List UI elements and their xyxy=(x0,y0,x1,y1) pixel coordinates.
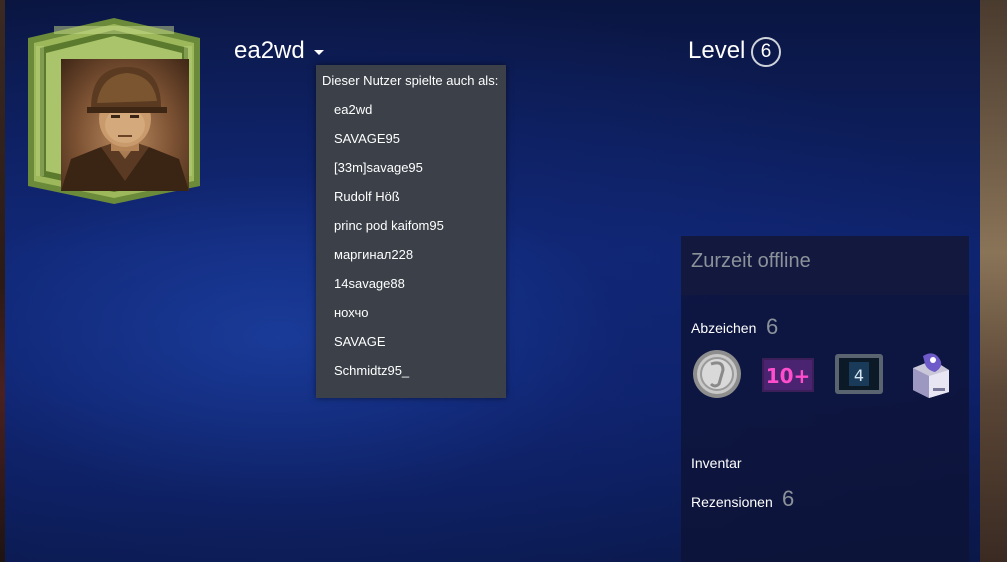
reviews-count[interactable]: 6 xyxy=(782,486,794,512)
avatar-image xyxy=(61,59,189,191)
online-status-bar: Zurzeit offline xyxy=(681,236,969,295)
reviews-link[interactable]: Rezensionen xyxy=(691,494,773,510)
badges-count[interactable]: 6 xyxy=(766,314,778,340)
ten-plus-text: 10+ xyxy=(766,364,811,388)
ten-plus-icon[interactable]: 10+ xyxy=(760,348,814,400)
monitor-four-icon[interactable]: 4 xyxy=(833,348,885,400)
alias-item: princ pod kaifom95 xyxy=(334,218,444,233)
alias-item: [33m]savage95 xyxy=(334,160,423,175)
alias-item: маргинал228 xyxy=(334,247,414,262)
alias-item: 14savage88 xyxy=(334,276,405,291)
cube-trading-card-icon[interactable] xyxy=(903,348,955,400)
alias-item: SAVAGE xyxy=(334,334,386,349)
level-badge[interactable]: 6 xyxy=(751,37,781,67)
silver-coin-icon[interactable] xyxy=(691,348,743,400)
alias-item: ea2wd xyxy=(334,102,373,117)
alias-item: Schmidtz95_ xyxy=(334,363,410,378)
online-status: Zurzeit offline xyxy=(691,250,811,272)
inventory-link[interactable]: Inventar xyxy=(691,455,742,471)
badges-link[interactable]: Abzeichen xyxy=(691,320,756,336)
alias-history-popup: Dieser Nutzer spielte auch als: ea2wd SA… xyxy=(316,65,506,398)
chevron-down-icon[interactable] xyxy=(314,50,324,55)
alias-item: Rudolf Höß xyxy=(334,189,400,204)
alias-item: нохчо xyxy=(334,305,369,320)
alias-list: ea2wd SAVAGE95 [33m]savage95 Rudolf Höß … xyxy=(334,102,444,392)
persona-name[interactable]: ea2wd xyxy=(234,37,305,65)
level-label: Level xyxy=(688,37,746,64)
monitor-four-text: 4 xyxy=(854,366,864,385)
alias-item: SAVAGE95 xyxy=(334,131,400,146)
avatar[interactable] xyxy=(24,16,204,206)
alias-popup-header: Dieser Nutzer spielte auch als: xyxy=(322,73,499,88)
background-right-edge xyxy=(980,0,1007,562)
profile-side-panel: Zurzeit offline Abzeichen 6 10+ 4 Invent… xyxy=(681,236,969,562)
